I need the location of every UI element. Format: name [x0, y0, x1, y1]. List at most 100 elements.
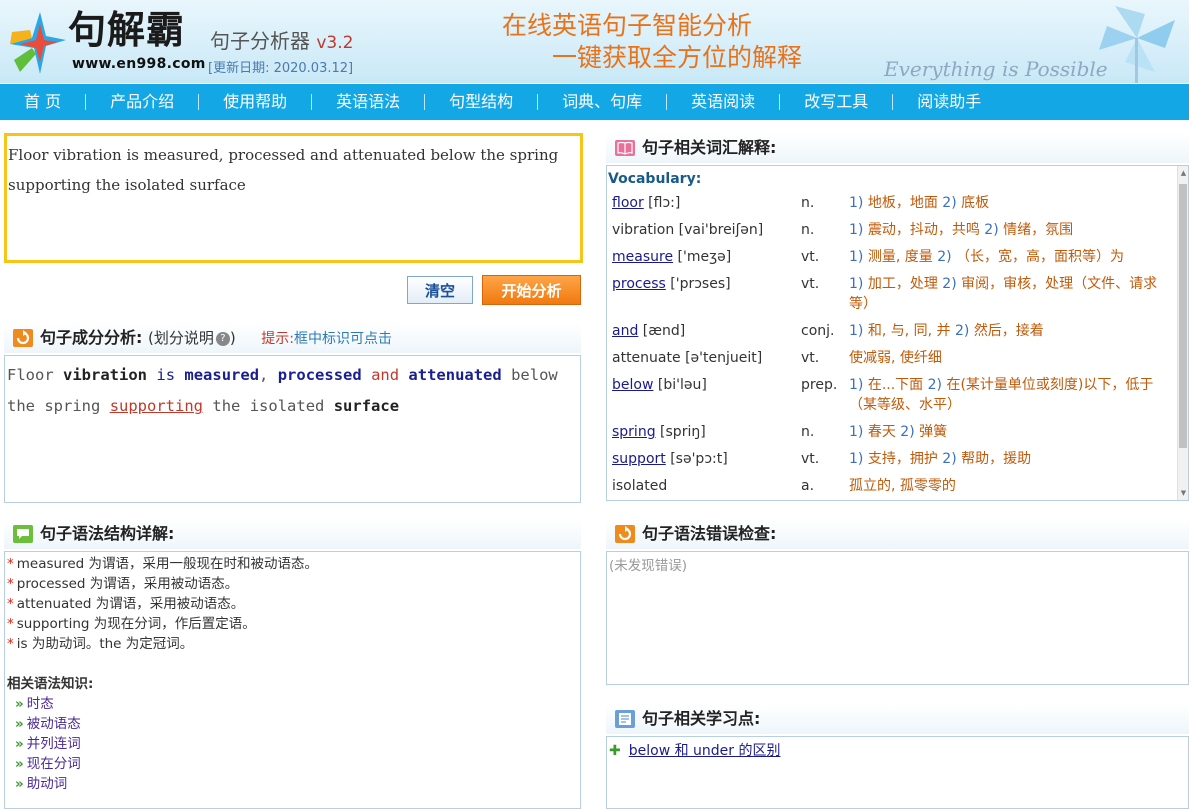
definition-number: 2)	[942, 276, 957, 292]
vocab-definition: 使减弱, 使纤细	[849, 348, 1174, 368]
nav-product-intro[interactable]: 产品介绍	[86, 84, 198, 120]
token-word[interactable]: below	[511, 366, 558, 384]
vocab-phonetic: [flɔ:]	[648, 195, 681, 211]
token-predicate[interactable]: attenuated	[408, 366, 501, 384]
definition-number: 1)	[849, 195, 864, 211]
token-predicate[interactable]: processed	[278, 366, 362, 384]
knowledge-link-text[interactable]: 时态	[27, 696, 54, 712]
definition-number: 2)	[942, 195, 957, 211]
vocab-word-link[interactable]: measure	[612, 249, 673, 265]
vocab-word-link[interactable]: and	[612, 323, 638, 339]
grammar-line: * attenuated 为谓语，采用被动语态。	[7, 594, 578, 614]
knowledge-link-text[interactable]: 现在分词	[27, 756, 81, 772]
vocab-definition: 1) 地板，地面 2) 底板	[849, 193, 1174, 213]
nav-rewrite-tool[interactable]: 改写工具	[780, 84, 892, 120]
vocab-word-link[interactable]: process	[612, 276, 666, 292]
token-word[interactable]: spring	[44, 397, 100, 415]
definition-text: 情绪，氛围	[1003, 222, 1074, 238]
update-date: [更新日期: 2020.03.12]	[208, 61, 354, 76]
knowledge-link[interactable]: » 助动词	[7, 774, 578, 794]
vocab-phonetic: [bi'ləu]	[657, 377, 707, 393]
nav-reading-assistant[interactable]: 阅读助手	[893, 84, 1005, 120]
asterisk-icon: *	[7, 596, 14, 612]
nav-help[interactable]: 使用帮助	[199, 84, 311, 120]
nav-grammar[interactable]: 英语语法	[312, 84, 424, 120]
definition-number: 2)	[937, 249, 952, 265]
vocab-word-cell: measure ['meʒə]	[607, 247, 801, 267]
nav-reading[interactable]: 英语阅读	[667, 84, 779, 120]
token-word[interactable]: the	[212, 397, 240, 415]
nav-home[interactable]: 首 页	[0, 84, 85, 120]
nav-sentence-patterns[interactable]: 句型结构	[425, 84, 537, 120]
token-word[interactable]: isolated	[250, 397, 325, 415]
vocab-pos: n.	[801, 195, 815, 211]
vocab-definition: 1) 震动，抖动，共鸣 2) 情绪，氛围	[849, 220, 1174, 240]
knowledge-link-text[interactable]: 并列连词	[27, 736, 81, 752]
definition-text: 和, 与, 同, 并	[867, 323, 951, 339]
knowledge-link[interactable]: » 并列连词	[7, 734, 578, 754]
vocab-pos: vt.	[801, 451, 820, 467]
vocab-word-link[interactable]: support	[612, 451, 666, 467]
plus-icon: ✚	[609, 743, 621, 759]
division-help-label: (划分说明	[147, 329, 214, 347]
token-object[interactable]: surface	[334, 397, 399, 415]
tip-label: 提示:	[261, 331, 294, 347]
vocab-definition: 1) 和, 与, 同, 并 2) 然后，接着	[849, 321, 1174, 341]
version-label: v3.2	[316, 33, 354, 53]
vocab-pos: conj.	[801, 323, 835, 339]
vocab-word: isolated	[612, 478, 668, 494]
scroll-thumb[interactable]	[1179, 184, 1187, 448]
knowledge-link[interactable]: » 现在分词	[7, 754, 578, 774]
definition-text: 帮助，援助	[961, 451, 1032, 467]
division-help-link[interactable]: (划分说明?)	[148, 329, 236, 347]
vocab-word-link[interactable]: spring	[612, 424, 656, 440]
definition-text: （长，宽，高，面积等）为	[956, 249, 1125, 265]
definition-number: 1)	[849, 424, 864, 440]
token-word[interactable]: the	[7, 397, 35, 415]
grammar-line-text: processed 为谓语，采用被动语态。	[16, 576, 239, 592]
scroll-down-icon[interactable]: ▼	[1179, 488, 1188, 498]
knowledge-link-text[interactable]: 被动语态	[27, 716, 81, 732]
vocab-word-cell: spring [spriŋ]	[607, 422, 801, 442]
asterisk-icon: *	[7, 556, 14, 572]
knowledge-link-text[interactable]: 助动词	[27, 776, 68, 792]
definition-number: 1)	[849, 249, 864, 265]
double-arrow-icon: »	[15, 696, 24, 712]
learning-point-link[interactable]: below 和 under 的区别	[629, 743, 781, 759]
vocab-scrollbar[interactable]: ▲ ▼	[1177, 166, 1188, 500]
clear-button[interactable]: 清空	[407, 276, 473, 304]
definition-number: 2)	[900, 424, 915, 440]
vocab-word: attenuate	[612, 350, 681, 366]
nav-dictionary[interactable]: 词典、句库	[538, 84, 666, 120]
logo-text[interactable]: 句解霸	[68, 8, 185, 52]
error-check-header: 句子语法错误检查:	[606, 519, 1189, 549]
vocab-row: vibration [vai'breiʃən] n. 1) 震动，抖动，共鸣 2) …	[607, 217, 1179, 244]
definition-number: 2)	[942, 451, 957, 467]
token-subject[interactable]: vibration	[63, 366, 147, 384]
vocab-word-link[interactable]: below	[612, 377, 653, 393]
token-attribute[interactable]: supporting	[110, 397, 203, 415]
token-auxiliary[interactable]: is	[156, 366, 175, 384]
token-word[interactable]: Floor	[7, 366, 54, 384]
vocab-row: measure ['meʒə] vt. 1) 测量, 度量 2) （长，宽，高，面积…	[607, 244, 1179, 271]
grammar-line: * is 为助动词。the 为定冠词。	[7, 634, 578, 654]
knowledge-link[interactable]: » 被动语态	[7, 714, 578, 734]
asterisk-icon: *	[7, 576, 14, 592]
help-icon[interactable]: ?	[215, 331, 230, 346]
scroll-up-icon[interactable]: ▲	[1179, 168, 1188, 178]
definition-number: 2)	[984, 222, 999, 238]
knowledge-link[interactable]: » 时态	[7, 694, 578, 714]
grammar-line-text: supporting 为现在分词，作后置定语。	[16, 616, 256, 632]
token-conjunction[interactable]: and	[371, 366, 399, 384]
vocab-rows: floor [flɔ:] n. 1) 地板，地面 2) 底板 vibration […	[607, 190, 1179, 500]
grammar-structure-header: 句子语法结构详解:	[4, 519, 581, 549]
vocab-word-cell: and [ænd]	[607, 321, 801, 341]
learning-points-header: 句子相关学习点:	[606, 704, 1189, 734]
sentence-input[interactable]: Floor vibration is measured, processed a…	[4, 133, 583, 263]
vocab-phonetic: [ænd]	[642, 323, 686, 339]
analyze-button[interactable]: 开始分析	[482, 275, 581, 305]
vocab-row: spring [spriŋ] n. 1) 春天 2) 弹簧	[607, 419, 1179, 446]
token-predicate[interactable]: measured	[184, 366, 259, 384]
vocab-phonetic: [ə'tenjueit]	[685, 350, 763, 366]
vocab-word-link[interactable]: floor	[612, 195, 644, 211]
